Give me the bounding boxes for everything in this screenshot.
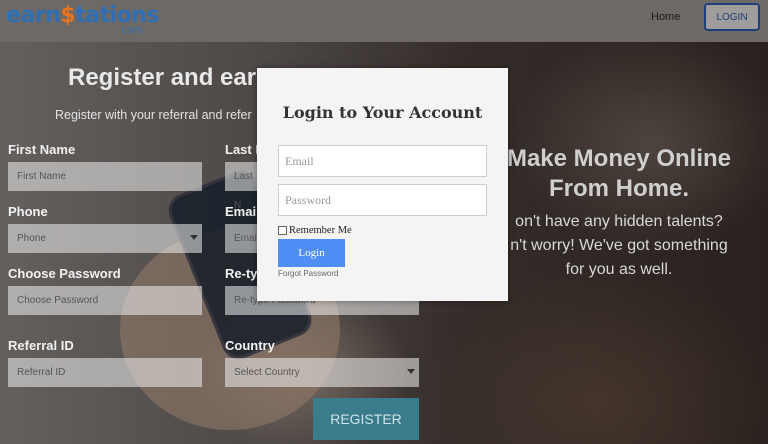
referral-id-input[interactable]: Referral ID <box>8 358 202 387</box>
hero-heading-line1: Make Money Online <box>506 145 732 172</box>
hero-text-line3: for you as well. <box>565 261 673 278</box>
email-label: Email <box>225 204 260 219</box>
remember-me-label: Remember Me <box>289 225 352 236</box>
hero-text-line1: on't have any hidden talents? <box>515 213 723 230</box>
nav-login-button[interactable]: LOGIN <box>704 3 760 31</box>
hero-text-line2: n't worry! We've got something <box>510 237 728 254</box>
login-password-input[interactable]: Password <box>278 184 487 216</box>
email-input[interactable]: Emai <box>225 224 257 253</box>
remember-me: Remember Me <box>278 225 352 236</box>
first-name-input[interactable]: First Name <box>8 162 202 191</box>
country-select[interactable]: Select Country <box>225 358 419 387</box>
logo-domain: .com <box>118 25 143 36</box>
phone-input[interactable]: Phone <box>8 224 202 253</box>
phone-label: Phone <box>8 204 48 219</box>
hero-description: on't have any hidden talents? n't worry!… <box>470 210 768 282</box>
choose-password-label: Choose Password <box>8 266 121 281</box>
chevron-down-icon <box>190 235 198 240</box>
login-submit-button[interactable]: Login <box>278 239 345 267</box>
chevron-down-icon <box>407 369 415 374</box>
register-subtitle: Register with your referral and refer <box>55 108 252 122</box>
forgot-password-link[interactable]: Forgot Password <box>278 269 338 278</box>
last-name-input[interactable]: Last N <box>225 162 257 211</box>
site-logo[interactable]: earn$tations .com <box>6 3 159 36</box>
hero-heading-line2: From Home. <box>548 175 689 202</box>
remember-me-checkbox[interactable] <box>278 226 287 235</box>
top-navbar: earn$tations .com Home LOGIN <box>0 0 768 42</box>
referral-id-label: Referral ID <box>8 338 74 353</box>
nav-home-link[interactable]: Home <box>651 11 680 23</box>
register-button[interactable]: REGISTER <box>313 398 419 440</box>
retype-password-label: Re-ty <box>225 266 258 281</box>
country-select-value: Select Country <box>234 367 300 378</box>
register-title: Register and ear <box>68 64 257 91</box>
modal-title: Login to Your Account <box>282 103 483 122</box>
phone-placeholder: Phone <box>17 233 46 244</box>
login-modal: Login to Your Account Email Password Rem… <box>257 68 508 301</box>
first-name-label: First Name <box>8 142 76 157</box>
country-label: Country <box>225 338 275 353</box>
login-email-input[interactable]: Email <box>278 145 487 177</box>
hero-heading: Make Money Online From Home. <box>470 144 768 204</box>
choose-password-input[interactable]: Choose Password <box>8 286 202 315</box>
